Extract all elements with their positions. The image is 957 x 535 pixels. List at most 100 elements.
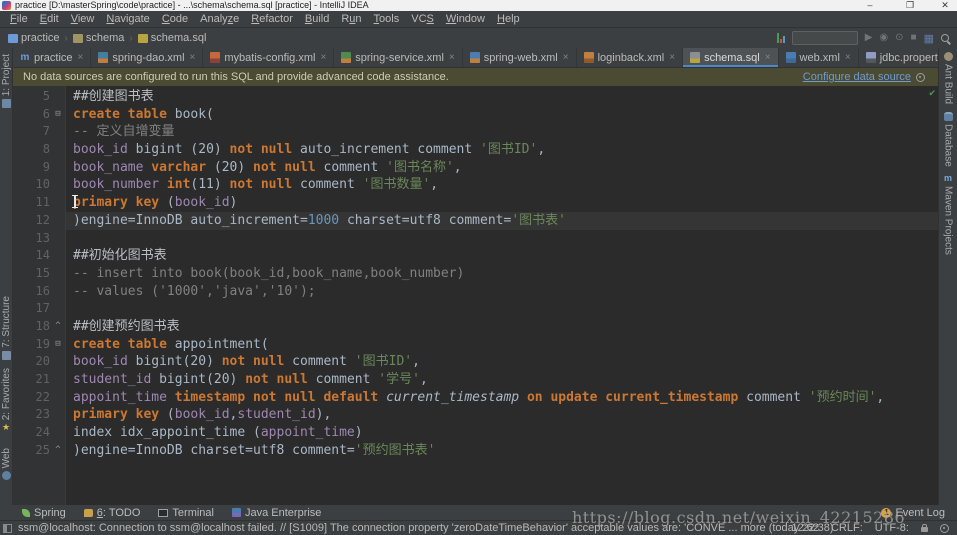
- close-icon[interactable]: ×: [765, 52, 771, 63]
- tab-web-xml[interactable]: web.xml×: [779, 48, 859, 67]
- breadcrumb-item-schema[interactable]: schema: [71, 32, 127, 44]
- run-icon[interactable]: ▶: [865, 28, 873, 48]
- toolwindow-button-maven-projects[interactable]: mMaven Projects: [939, 174, 957, 255]
- toolwindow-button-java-enterprise[interactable]: Java Enterprise: [232, 507, 321, 519]
- code-line[interactable]: 13: [13, 230, 938, 248]
- event-log-button[interactable]: 1 Event Log: [881, 507, 945, 519]
- menu-navigate[interactable]: Navigate: [100, 13, 155, 25]
- breadcrumb-item-schema-sql[interactable]: schema.sql: [136, 32, 209, 44]
- tab-practice[interactable]: mpractice×: [13, 48, 91, 67]
- toolwindow-button-terminal[interactable]: Terminal: [158, 507, 214, 519]
- code-line[interactable]: 5##创建图书表: [13, 88, 938, 106]
- code-line[interactable]: 14##初始化图书表: [13, 247, 938, 265]
- gear-icon[interactable]: [916, 73, 925, 82]
- run-configurations-dropdown[interactable]: [792, 31, 858, 45]
- minimize-button[interactable]: –: [863, 0, 877, 11]
- fold-gutter: [50, 389, 66, 407]
- configure-data-source-link[interactable]: Configure data source: [803, 68, 911, 86]
- code-line[interactable]: 24index idx_appoint_time (appoint_time): [13, 424, 938, 442]
- fold-marker-icon[interactable]: ⊟: [50, 336, 66, 354]
- close-icon[interactable]: ×: [78, 52, 84, 63]
- code-line[interactable]: 15-- insert into book(book_id,book_name,…: [13, 265, 938, 283]
- code-line[interactable]: 7-- 定义自增变量: [13, 123, 938, 141]
- menu-vcs[interactable]: VCS: [405, 13, 440, 25]
- close-icon[interactable]: ×: [449, 52, 455, 63]
- tab-spring-service-xml[interactable]: spring-service.xml×: [334, 48, 462, 67]
- code-line[interactable]: 10book_number int(11) not null comment '…: [13, 176, 938, 194]
- close-icon[interactable]: ×: [563, 52, 569, 63]
- stop-icon[interactable]: ■: [911, 28, 917, 48]
- inspections-ok-icon[interactable]: ✔: [928, 88, 936, 99]
- menu-window[interactable]: Window: [440, 13, 491, 25]
- tab-spring-web-xml[interactable]: spring-web.xml×: [463, 48, 577, 67]
- search-everywhere-icon[interactable]: [941, 34, 949, 42]
- toolwindow-button-spring[interactable]: Spring: [22, 507, 66, 519]
- fold-marker-icon[interactable]: ^: [50, 318, 66, 336]
- toolwindow-button-ant-build[interactable]: Ant Build: [939, 52, 957, 104]
- code-line[interactable]: 20book_id bigint(20) not null comment '图…: [13, 353, 938, 371]
- menu-analyze[interactable]: Analyze: [194, 13, 245, 25]
- toolwindow-button-7-structure[interactable]: 7: Structure: [0, 296, 12, 360]
- file-type-icon: [584, 52, 594, 63]
- code-line[interactable]: 11primary key (book_id): [13, 194, 938, 212]
- menu-build[interactable]: Build: [299, 13, 335, 25]
- toolwindow-button-1-project[interactable]: 1: Project: [0, 54, 12, 108]
- toolwindow-button-database[interactable]: Database: [939, 112, 957, 167]
- menu-view[interactable]: View: [65, 13, 101, 25]
- fold-marker-icon[interactable]: ⊟: [50, 106, 66, 124]
- tab-schema-sql[interactable]: schema.sql×: [683, 48, 778, 67]
- changes-icon[interactable]: [777, 33, 785, 43]
- close-icon[interactable]: ×: [190, 52, 196, 63]
- web-icon: [2, 471, 11, 480]
- code-line[interactable]: 19⊟create table appointment(: [13, 336, 938, 354]
- caret-position-widget[interactable]: 12:62: [791, 521, 819, 535]
- toolwindow-button-2-favorites[interactable]: 2: Favorites★: [0, 368, 12, 432]
- token: '预约图书表': [355, 443, 436, 458]
- code-line[interactable]: 9book_name varchar (20) not null comment…: [13, 159, 938, 177]
- menu-code[interactable]: Code: [156, 13, 194, 25]
- encoding-widget[interactable]: UTF-8:: [875, 521, 909, 535]
- code-line[interactable]: 6⊟create table book(: [13, 106, 938, 124]
- find-in-path-icon[interactable]: ▦: [924, 32, 934, 45]
- code-line[interactable]: 23primary key (book_id,student_id),: [13, 406, 938, 424]
- menu-run[interactable]: Run: [335, 13, 367, 25]
- toolwindow-label: Ant Build: [943, 64, 954, 104]
- tab-mybatis-config-xml[interactable]: mybatis-config.xml×: [203, 48, 334, 67]
- token: [167, 390, 175, 405]
- menu-help[interactable]: Help: [491, 13, 526, 25]
- lock-icon[interactable]: [921, 527, 928, 532]
- toolwindow-button-6-todo[interactable]: 6: TODO: [84, 507, 141, 519]
- rerun-icon[interactable]: ⊙: [895, 28, 903, 48]
- line-number: 20: [13, 353, 50, 371]
- menu-edit[interactable]: Edit: [34, 13, 65, 25]
- toolwindow-button-web[interactable]: Web: [0, 448, 12, 480]
- code-line[interactable]: 25^)engine=InnoDB charset=utf8 comment='…: [13, 442, 938, 460]
- code-line[interactable]: 16-- values ('1000','java','10');: [13, 283, 938, 301]
- toolwindow-toggle-icon[interactable]: [3, 524, 12, 533]
- code-line[interactable]: 18^##创建预约图书表: [13, 318, 938, 336]
- code-line[interactable]: 8book_id bigint (20) not null auto_incre…: [13, 141, 938, 159]
- code-line[interactable]: 12)engine=InnoDB auto_increment=1000 cha…: [13, 212, 938, 230]
- code-line[interactable]: 17: [13, 300, 938, 318]
- token: [378, 390, 386, 405]
- coverage-icon[interactable]: ◉: [879, 28, 888, 48]
- tab-loginback-xml[interactable]: loginback.xml×: [577, 48, 683, 67]
- close-button[interactable]: ✕: [938, 0, 952, 11]
- code-line[interactable]: 22appoint_time timestamp not null defaul…: [13, 389, 938, 407]
- tab-spring-dao-xml[interactable]: spring-dao.xml×: [91, 48, 203, 67]
- line-number: 25: [13, 442, 50, 460]
- close-icon[interactable]: ×: [845, 52, 851, 63]
- menu-refactor[interactable]: Refactor: [245, 13, 299, 25]
- close-icon[interactable]: ×: [320, 52, 326, 63]
- fold-marker-icon[interactable]: ^: [50, 442, 66, 460]
- breadcrumb-item-practice[interactable]: practice: [6, 32, 62, 44]
- code-editor[interactable]: 5##创建图书表6⊟create table book(7-- 定义自增变量8b…: [13, 86, 938, 505]
- maximize-button[interactable]: ❐: [903, 0, 917, 11]
- line-ending-widget[interactable]: CRLF:: [831, 521, 863, 535]
- menu-file[interactable]: File: [4, 13, 34, 25]
- code-line[interactable]: 21student_id bigint(20) not null comment…: [13, 371, 938, 389]
- token: varchar: [151, 160, 206, 175]
- gear-icon[interactable]: [940, 524, 949, 533]
- menu-tools[interactable]: Tools: [368, 13, 406, 25]
- close-icon[interactable]: ×: [669, 52, 675, 63]
